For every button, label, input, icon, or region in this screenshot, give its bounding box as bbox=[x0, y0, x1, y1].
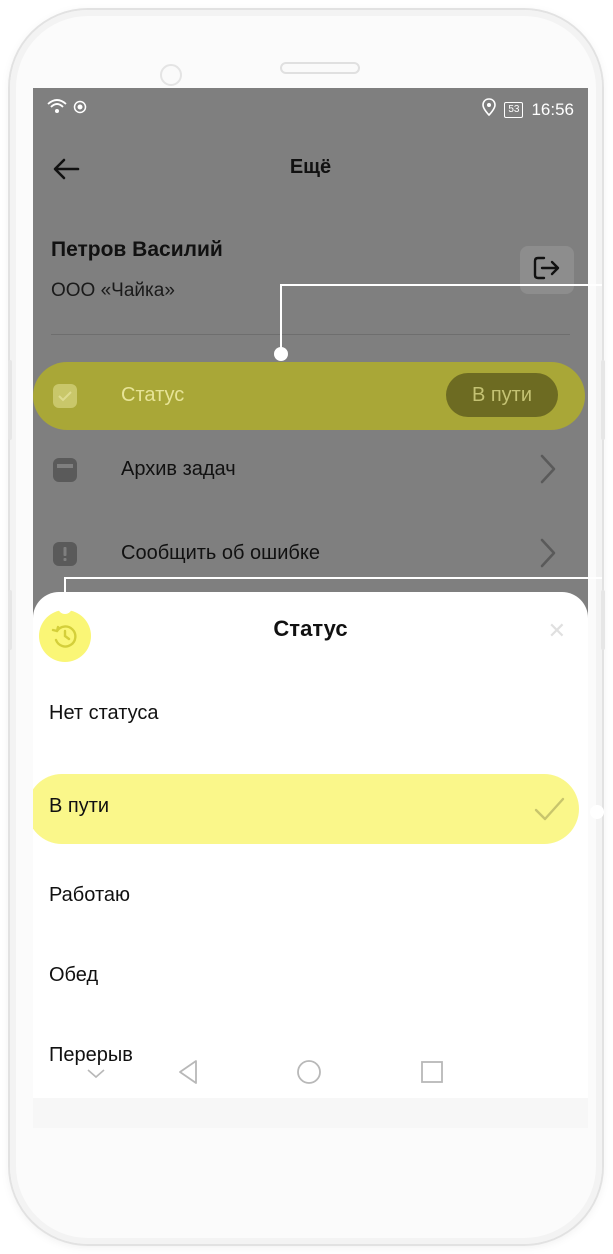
logout-icon bbox=[532, 255, 562, 286]
option-on-the-way[interactable]: В пути bbox=[49, 795, 109, 818]
screen-bottom-strip bbox=[33, 1098, 588, 1128]
menu-item-archive[interactable]: Архив задач bbox=[33, 438, 588, 502]
side-button bbox=[601, 360, 605, 440]
user-organization: ООО «Чайка» bbox=[51, 280, 175, 301]
sheet-title: Статус bbox=[273, 616, 348, 641]
selected-option-highlight bbox=[33, 774, 579, 844]
side-button bbox=[8, 360, 12, 440]
side-button bbox=[8, 590, 12, 650]
check-icon bbox=[532, 792, 566, 826]
checkbox-icon bbox=[53, 384, 77, 408]
home-circle-icon[interactable] bbox=[295, 1058, 323, 1091]
option-working[interactable]: Работаю bbox=[49, 884, 130, 907]
chevron-right-icon bbox=[538, 536, 558, 570]
back-triangle-icon[interactable] bbox=[176, 1058, 200, 1091]
close-icon[interactable]: ✕ bbox=[548, 618, 566, 644]
chevron-right-icon bbox=[538, 452, 558, 486]
side-button bbox=[601, 590, 605, 650]
divider bbox=[51, 334, 570, 335]
status-bar: 53 16:56 bbox=[33, 88, 588, 126]
menu-item-label: Статус bbox=[121, 384, 185, 406]
record-icon bbox=[73, 99, 87, 119]
user-name: Петров Василий bbox=[51, 238, 223, 261]
callout-dot bbox=[590, 805, 604, 819]
battery-icon: 53 bbox=[504, 101, 524, 118]
chevron-down-icon[interactable] bbox=[85, 1062, 107, 1089]
menu-item-label: Архив задач bbox=[121, 458, 236, 480]
wifi-icon bbox=[47, 98, 67, 119]
option-no-status[interactable]: Нет статуса bbox=[49, 702, 159, 725]
clock: 16:56 bbox=[531, 99, 574, 119]
logout-button[interactable] bbox=[520, 246, 574, 294]
callout-dot bbox=[58, 600, 72, 614]
location-icon bbox=[482, 98, 497, 121]
callout-dot bbox=[274, 347, 288, 361]
app-screen: 53 16:56 Ещё Петров Василий ООО «Чайка» … bbox=[33, 88, 588, 1098]
option-lunch[interactable]: Обед bbox=[49, 964, 98, 987]
top-bar: Ещё bbox=[33, 138, 588, 198]
system-nav-bar bbox=[33, 1059, 588, 1098]
earpiece-speaker bbox=[280, 62, 360, 74]
callout-line bbox=[280, 284, 282, 354]
recents-square-icon[interactable] bbox=[419, 1059, 445, 1090]
page-title: Ещё bbox=[289, 156, 332, 178]
menu-item-label: Сообщить об ошибке bbox=[121, 542, 320, 564]
callout-line bbox=[280, 284, 602, 286]
alert-icon bbox=[53, 542, 77, 566]
front-camera bbox=[160, 64, 182, 86]
archive-icon bbox=[53, 458, 77, 482]
callout-line bbox=[64, 577, 602, 579]
status-value-badge[interactable]: В пути bbox=[445, 373, 558, 417]
status-bottom-sheet: Статус ✕ Нет статуса В пути Работаю Обед… bbox=[33, 592, 588, 1098]
